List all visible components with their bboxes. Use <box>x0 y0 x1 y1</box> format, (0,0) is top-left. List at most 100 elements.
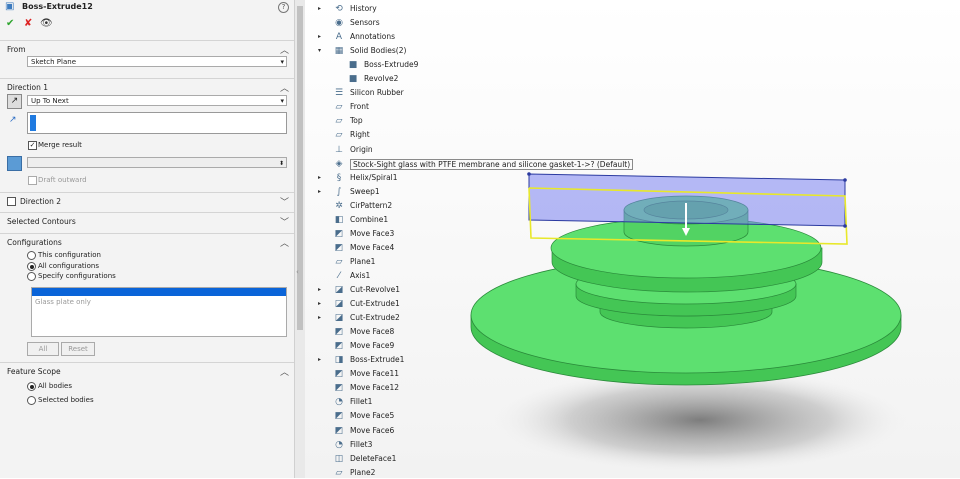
expand-chevron-icon[interactable]: ﹀ <box>280 215 289 228</box>
tree-node-label: Top <box>350 116 363 126</box>
cut-icon: ◪ <box>334 313 344 324</box>
tree-node-label: Origin <box>350 144 373 154</box>
tree-node-label: Right <box>350 130 370 140</box>
expand-arrow-icon[interactable]: ▸ <box>318 356 321 363</box>
configuration-list-item[interactable]: Glass plate only <box>32 298 286 306</box>
plane-icon: ▱ <box>335 467 343 478</box>
collapse-chevron-icon[interactable]: ︿ <box>280 43 289 56</box>
expand-arrow-icon[interactable]: ▸ <box>318 300 321 307</box>
all-configurations-label: All configurations <box>38 262 99 270</box>
move-face-icon: ◩ <box>334 411 344 422</box>
specify-configurations-radio[interactable] <box>27 272 36 281</box>
direction2-checkbox[interactable] <box>7 197 16 206</box>
fillet-icon: ◔ <box>335 439 343 450</box>
tree-node-label: Boss-Extrude9 <box>364 60 419 70</box>
from-section: From ︿ Sketch Plane ▾ <box>0 40 294 75</box>
expand-arrow-icon[interactable]: ▸ <box>318 5 321 12</box>
direction2-header[interactable]: Direction 2 <box>20 197 61 206</box>
help-button[interactable]: ? <box>278 2 289 13</box>
configurations-section: Configurations ︿ This configuration All … <box>0 233 294 360</box>
scrollbar-thumb[interactable] <box>297 6 303 330</box>
draft-outward-label: Draft outward <box>38 176 87 184</box>
tree-node-label: Annotations <box>350 32 396 42</box>
tree-node-label: Move Face5 <box>350 411 395 421</box>
expand-arrow-icon[interactable]: ▸ <box>318 286 321 293</box>
selected-contours-section: Selected Contours ﹀ <box>0 212 294 231</box>
reset-button[interactable]: Reset <box>61 342 95 356</box>
feature-scope-section: Feature Scope ︿ All bodies Selected bodi… <box>0 362 294 479</box>
chevron-down-icon: ▾ <box>280 97 284 105</box>
selected-contours-header[interactable]: Selected Contours <box>7 217 76 226</box>
panel-scrollbar[interactable]: ‹ <box>294 0 305 478</box>
move-face-icon: ◩ <box>334 383 344 394</box>
expand-arrow-icon[interactable]: ▸ <box>318 314 321 321</box>
draft-outward-checkbox[interactable] <box>28 176 37 185</box>
collapse-chevron-icon[interactable]: ︿ <box>280 365 289 378</box>
plane-icon: ▱ <box>335 130 343 141</box>
configuration-list-item-selected[interactable] <box>32 288 286 296</box>
extrude-feature-icon: ▣ <box>5 1 15 12</box>
merge-result-checkbox[interactable]: ✓ <box>28 141 37 150</box>
solid-bodies-icon: ▦ <box>334 46 344 57</box>
expand-arrow-icon[interactable]: ▸ <box>318 174 321 181</box>
feature-title: Boss-Extrude12 <box>22 2 93 11</box>
all-bodies-radio[interactable] <box>27 382 36 391</box>
tree-node-label: Move Face11 <box>350 369 399 379</box>
expand-chevron-icon[interactable]: ﹀ <box>280 195 289 208</box>
cancel-x-icon[interactable]: ✘ <box>24 19 32 29</box>
from-value: Sketch Plane <box>31 58 77 66</box>
graphics-viewport[interactable] <box>305 0 960 478</box>
all-bodies-label: All bodies <box>38 382 72 390</box>
direction2-section: Direction 2 ﹀ <box>0 192 294 211</box>
move-face-icon: ◩ <box>334 341 344 352</box>
collapse-chevron-icon[interactable]: ︿ <box>280 236 289 249</box>
collapse-chevron-icon[interactable]: ︿ <box>280 81 289 94</box>
all-button[interactable]: All <box>27 342 59 356</box>
plane-icon: ▱ <box>335 116 343 127</box>
tree-node-label: Combine1 <box>350 214 389 224</box>
merge-result-label: Merge result <box>38 141 82 149</box>
selected-bodies-radio[interactable] <box>27 396 36 405</box>
sensor-icon: ◉ <box>335 18 343 29</box>
cut-icon: ◪ <box>334 299 344 310</box>
expand-arrow-icon[interactable]: ▸ <box>318 33 321 40</box>
direction1-header[interactable]: Direction 1 <box>7 83 48 92</box>
draft-angle-spinner[interactable]: ⬍ <box>27 157 287 168</box>
collapse-panel-handle-icon[interactable]: ‹ <box>296 268 299 276</box>
configurations-header[interactable]: Configurations <box>7 238 62 247</box>
from-header[interactable]: From <box>7 45 26 54</box>
material-icon: ☰ <box>334 88 344 99</box>
all-configurations-radio[interactable] <box>27 262 36 271</box>
tree-node-label: Front <box>350 102 369 112</box>
derived-part-icon: ◈ <box>335 158 343 169</box>
delete-face-icon: ◫ <box>334 453 344 464</box>
expand-arrow-icon[interactable]: ▸ <box>318 188 321 195</box>
reverse-direction-icon[interactable]: ↗ <box>7 94 22 109</box>
tree-node-label: Helix/Spiral1 <box>350 172 398 182</box>
ok-check-icon[interactable]: ✔ <box>6 19 14 29</box>
tree-node-label: Fillet1 <box>350 397 373 407</box>
draft-on-off-icon[interactable] <box>7 156 22 171</box>
tree-node-label: Move Face4 <box>350 242 395 252</box>
property-manager-header: ▣ Boss-Extrude12 ? <box>0 0 294 14</box>
tree-node-label: CirPattern2 <box>350 200 393 210</box>
move-face-icon: ◩ <box>334 228 344 239</box>
from-dropdown[interactable]: Sketch Plane ▾ <box>27 56 287 67</box>
chevron-down-icon: ▾ <box>280 58 284 66</box>
direction-selection-box[interactable] <box>27 112 287 134</box>
feature-scope-header[interactable]: Feature Scope <box>7 367 61 376</box>
annotation-icon: A <box>335 32 343 43</box>
collapse-arrow-icon[interactable]: ▾ <box>318 47 321 54</box>
this-configuration-label: This configuration <box>38 251 101 259</box>
spinner-arrows-icon[interactable]: ⬍ <box>279 158 284 169</box>
configuration-list[interactable]: Glass plate only <box>31 287 287 337</box>
tree-node-label: Sensors <box>350 18 380 28</box>
preview-eye-icon[interactable]: 👁 <box>40 19 53 29</box>
tree-node-label: History <box>350 4 377 13</box>
tree-node-label: Solid Bodies(2) <box>350 46 407 56</box>
this-configuration-radio[interactable] <box>27 251 36 260</box>
selection-focus-bar <box>30 115 36 131</box>
history-icon: ⟲ <box>335 4 343 14</box>
direction1-section: Direction 1 ︿ ↗ Up To Next ▾ ↗ ✓ Merge r… <box>0 78 294 191</box>
end-condition-dropdown[interactable]: Up To Next ▾ <box>27 95 287 106</box>
